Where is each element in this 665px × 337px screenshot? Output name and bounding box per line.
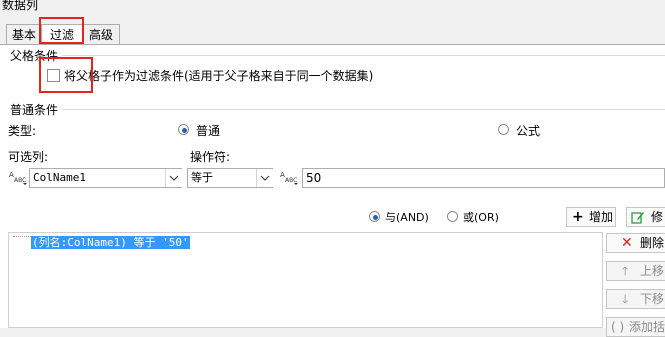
column-label: 可选列: xyxy=(8,150,49,164)
type-label: 类型: xyxy=(8,124,37,138)
parent-condition-separator xyxy=(62,55,665,56)
value-type-icon[interactable]: A ABC xyxy=(279,170,299,186)
logic-or-radio[interactable] xyxy=(447,211,458,222)
column-select[interactable]: ColName1 xyxy=(29,168,182,188)
type-normal-label: 普通 xyxy=(196,124,221,138)
svg-text:ABC: ABC xyxy=(285,177,297,184)
column-select-value: ColName1 xyxy=(33,171,86,184)
type-formula-radio[interactable] xyxy=(498,124,509,135)
move-up-button[interactable]: 🡑 上移 xyxy=(606,261,665,281)
tree-line xyxy=(13,236,31,237)
plus-icon: + xyxy=(572,209,584,225)
highlight-box-tab xyxy=(39,17,84,44)
add-bracket-button-label: 添加括 xyxy=(629,320,665,334)
operator-select-value: 等于 xyxy=(191,171,213,184)
condition-item[interactable]: (列名:ColName1) 等于 '50' xyxy=(31,236,190,249)
move-down-button-label: 下移 xyxy=(640,292,665,306)
delete-button[interactable]: ✕ 删除 xyxy=(606,233,665,253)
modify-button-label: 修 xyxy=(651,210,664,224)
bracket-icon: ( ) xyxy=(611,320,625,334)
chevron-down-icon[interactable] xyxy=(256,169,273,187)
window-title: 数据列 xyxy=(2,0,39,12)
value-input-text: 50 xyxy=(306,171,322,185)
tab-advanced-label: 高级 xyxy=(88,28,113,42)
tab-advanced[interactable]: 高级 xyxy=(82,24,120,45)
type-formula-label: 公式 xyxy=(516,124,541,138)
parent-filter-checkbox-label: 将父格子作为过滤条件(适用于父子格来自于同一个数据集) xyxy=(64,69,374,83)
edit-icon xyxy=(631,210,645,229)
logic-and-radio[interactable] xyxy=(369,211,380,222)
add-button[interactable]: + 增加 xyxy=(566,207,616,227)
tab-basic-label: 基本 xyxy=(11,28,36,42)
move-down-button[interactable]: 🡓 下移 xyxy=(606,289,665,309)
move-up-button-label: 上移 xyxy=(640,264,665,278)
highlight-box-checkbox xyxy=(39,57,93,93)
tab-basic[interactable]: 基本 xyxy=(6,24,42,45)
type-normal-radio[interactable] xyxy=(178,124,189,135)
arrow-up-icon: 🡑 xyxy=(622,264,629,278)
normal-condition-title: 普通条件 xyxy=(10,103,59,117)
delete-button-label: 删除 xyxy=(640,236,665,250)
column-type-icon: A ABC xyxy=(8,170,28,186)
arrow-down-icon: 🡓 xyxy=(622,292,629,306)
operator-label: 操作符: xyxy=(190,150,231,164)
normal-condition-separator xyxy=(62,109,665,110)
modify-button[interactable]: 修 xyxy=(626,207,665,227)
logic-or-label: 或(OR) xyxy=(463,211,499,224)
add-button-label: 增加 xyxy=(589,210,614,224)
value-input[interactable]: 50 xyxy=(302,168,665,188)
condition-list[interactable]: (列名:ColName1) 等于 '50' xyxy=(8,232,603,328)
svg-text:ABC: ABC xyxy=(14,177,26,184)
add-bracket-button[interactable]: ( ) 添加括 xyxy=(606,317,665,337)
logic-and-label: 与(AND) xyxy=(385,211,429,224)
close-icon: ✕ xyxy=(621,235,633,251)
chevron-down-icon[interactable] xyxy=(165,169,182,187)
